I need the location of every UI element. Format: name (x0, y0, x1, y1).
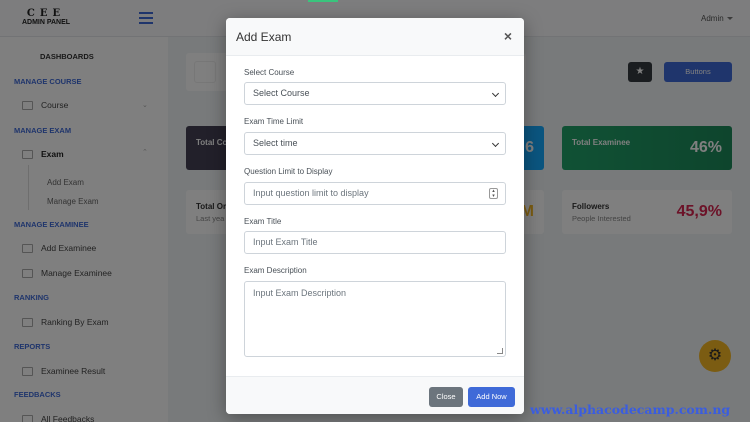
exam-description-label: Exam Description (244, 266, 307, 275)
modal-header: Add Exam × (226, 18, 524, 56)
progress-strip (308, 0, 338, 2)
exam-time-dropdown[interactable]: Select time (244, 132, 506, 155)
exam-description-placeholder: Input Exam Description (253, 288, 347, 298)
select-course-dropdown[interactable]: Select Course (244, 82, 506, 105)
add-exam-modal: Add Exam × Select Course Select Course E… (226, 18, 524, 414)
number-spinner-icon[interactable]: ▴ ▾ (489, 188, 498, 199)
chevron-down-icon (491, 139, 500, 148)
exam-title-input[interactable]: Input Exam Title (244, 231, 506, 254)
exam-title-placeholder: Input Exam Title (253, 237, 318, 247)
modal-title: Add Exam (236, 30, 292, 44)
exam-description-textarea[interactable]: Input Exam Description (244, 281, 506, 357)
add-now-button[interactable]: Add Now (468, 387, 515, 407)
exam-time-limit-label: Exam Time Limit (244, 117, 304, 126)
resize-handle-icon[interactable] (497, 348, 503, 354)
exam-title-label: Exam Title (244, 217, 282, 226)
select-course-value: Select Course (253, 88, 310, 98)
question-limit-input[interactable]: Input question limit to display ▴ ▾ (244, 182, 506, 205)
modal-footer: Close Add Now (226, 376, 524, 414)
close-button[interactable]: Close (429, 387, 463, 407)
select-course-label: Select Course (244, 68, 295, 77)
watermark: www.alphacodecamp.com.ng (530, 402, 731, 417)
question-limit-placeholder: Input question limit to display (253, 188, 369, 198)
chevron-down-icon (491, 89, 500, 98)
question-limit-label: Question Limit to Display (244, 167, 333, 176)
exam-time-value: Select time (253, 138, 298, 148)
close-icon[interactable]: × (501, 27, 515, 45)
